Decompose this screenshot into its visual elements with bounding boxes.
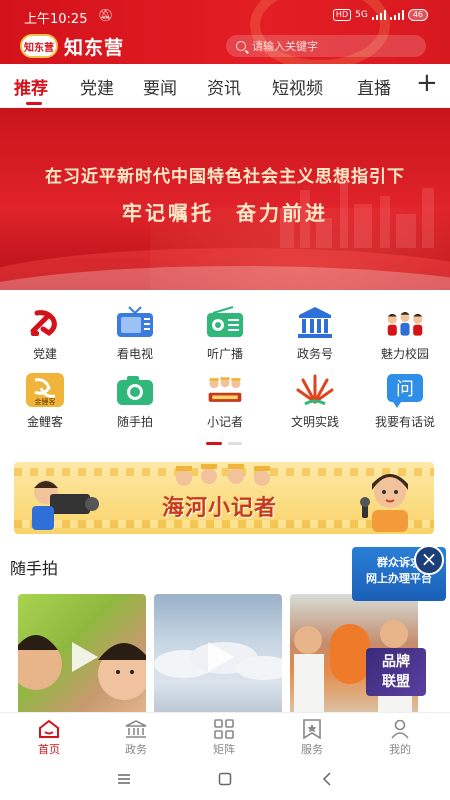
tv-icon — [115, 304, 155, 340]
bottom-navigation: 首页 政务 矩阵 服务 我的 — [0, 712, 450, 760]
video-card[interactable] — [154, 594, 282, 712]
menu-icon[interactable] — [117, 772, 131, 786]
add-channel-icon[interactable]: + — [416, 70, 438, 96]
search-input[interactable]: 请输入关键字 — [226, 35, 426, 57]
grid-label: 政务号 — [296, 347, 333, 361]
reporter-banner-title: 海河小记者 — [162, 495, 278, 521]
grid-item-golden-carp[interactable]: 金鲤客 金鲤客 — [0, 372, 90, 430]
back-icon[interactable] — [320, 772, 334, 786]
active-tab-indicator — [26, 102, 42, 105]
system-navigation-bar — [0, 760, 450, 800]
nav-service[interactable]: 服务 — [282, 719, 342, 757]
grid-label: 金鲤客 — [26, 415, 63, 429]
golden-carp-icon: 金鲤客 — [25, 372, 65, 408]
speak-up-icon: 问 — [385, 372, 425, 408]
home-icon — [37, 719, 61, 739]
nav-label: 矩阵 — [213, 743, 235, 756]
channel-tabs: 推荐 党建 要闻 资讯 短视频 直播 + — [0, 64, 450, 108]
grid-item-gov-account[interactable]: 政务号 — [270, 304, 360, 362]
nav-label: 政务 — [125, 743, 147, 756]
profile-icon — [388, 719, 412, 739]
government-building-icon — [295, 304, 335, 340]
grid-label: 魅力校园 — [380, 347, 429, 361]
nav-label: 服务 — [301, 743, 323, 756]
home-button-icon[interactable] — [218, 772, 232, 786]
party-emblem-icon — [25, 304, 65, 340]
grid-item-campus[interactable]: 魅力校园 — [360, 304, 450, 362]
radio-icon — [205, 304, 245, 340]
feature-grid: 党建 看电视 听广播 政务号 魅力校园 金鲤客 金鲤客 随手拍 小记者 文明实践… — [0, 296, 450, 444]
nav-home[interactable]: 首页 — [19, 719, 79, 757]
government-icon — [124, 719, 148, 739]
grid-label: 文明实践 — [290, 415, 339, 429]
grid-item-little-reporter[interactable]: 小记者 — [180, 372, 270, 430]
matrix-grid-icon — [212, 719, 236, 739]
grid-item-snapshot[interactable]: 随手拍 — [90, 372, 180, 430]
grid-item-civilization[interactable]: 文明实践 — [270, 372, 360, 430]
grid-label: 听广播 — [206, 347, 243, 361]
status-time: 上午10:25 — [24, 12, 88, 27]
wifi-signal-icon — [389, 10, 404, 20]
tab-info[interactable]: 资讯 — [207, 74, 241, 99]
service-star-icon — [300, 719, 324, 739]
camera-icon — [115, 372, 155, 408]
hd-badge: HD — [332, 9, 352, 21]
logo-mark-icon: 知东营 — [20, 34, 58, 58]
search-placeholder: 请输入关键字 — [252, 40, 318, 53]
microphone-girl-illustration — [360, 474, 408, 532]
tab-recommend[interactable]: 推荐 — [14, 74, 48, 99]
app-logo: 知东营 知东营 — [20, 32, 124, 60]
grid-label: 小记者 — [206, 415, 243, 429]
grid-item-party[interactable]: 党建 — [0, 304, 90, 362]
nav-profile[interactable]: 我的 — [370, 719, 430, 757]
reporter-ad-banner[interactable]: 海河小记者 — [14, 462, 434, 534]
grid-item-watch-tv[interactable]: 看电视 — [90, 304, 180, 362]
nav-label: 我的 — [389, 743, 411, 756]
play-icon[interactable] — [204, 640, 238, 674]
tab-short-video[interactable]: 短视频 — [272, 74, 323, 99]
brand-badge-line2: 联盟 — [382, 674, 410, 690]
golden-carp-caption: 金鲤客 — [35, 397, 56, 406]
nav-government[interactable]: 政务 — [106, 719, 166, 757]
battery-icon: 46 — [407, 9, 428, 21]
grid-label: 我要有话说 — [374, 415, 435, 429]
reporter-kids-illustration — [176, 464, 270, 486]
grid-page-indicator — [206, 442, 246, 445]
grid-label: 党建 — [32, 347, 57, 361]
banner-headline: 在习近平新时代中国特色社会主义思想指引下 — [45, 167, 405, 187]
section-title-snapshot: 随手拍 — [10, 559, 59, 578]
tab-party-building[interactable]: 党建 — [80, 74, 114, 99]
status-bar: 上午10:25 🔕︎ HD 5G 46 — [0, 0, 450, 32]
grid-item-radio[interactable]: 听广播 — [180, 304, 270, 362]
banner-slogan: 牢记嘱托 奋力前进 — [122, 201, 328, 225]
brand-badge-line1: 品牌 — [382, 654, 410, 670]
grid-item-speak-up[interactable]: 问 我要有话说 — [360, 372, 450, 430]
tab-news[interactable]: 要闻 — [143, 74, 177, 99]
status-right: HD 5G 46 — [332, 9, 428, 21]
play-icon[interactable] — [68, 640, 102, 674]
civilization-practice-icon — [295, 372, 335, 408]
mute-bell-icon: 🔕︎ — [98, 8, 114, 22]
little-reporter-icon — [205, 372, 245, 408]
campus-kids-icon — [385, 304, 425, 340]
nav-matrix[interactable]: 矩阵 — [194, 719, 254, 757]
speak-up-glyph: 问 — [396, 379, 414, 400]
close-icon[interactable]: × — [414, 545, 444, 575]
grid-label: 看电视 — [116, 347, 153, 361]
search-icon — [236, 41, 246, 51]
app-screen: 上午10:25 🔕︎ HD 5G 46 知东营 知东营 请输入关键字 推荐 党建… — [0, 0, 450, 800]
video-card[interactable] — [18, 594, 146, 712]
signal-icon — [371, 10, 386, 20]
nav-label: 首页 — [38, 743, 60, 756]
video-camera-kid-illustration — [32, 480, 99, 530]
tab-live[interactable]: 直播 — [357, 74, 391, 99]
app-header: 上午10:25 🔕︎ HD 5G 46 知东营 知东营 请输入关键字 — [0, 0, 450, 64]
grid-label: 随手拍 — [116, 415, 153, 429]
network-type: 5G — [355, 10, 368, 20]
app-name: 知东营 — [64, 36, 125, 59]
brand-alliance-badge[interactable]: 品牌 联盟 — [366, 648, 426, 696]
